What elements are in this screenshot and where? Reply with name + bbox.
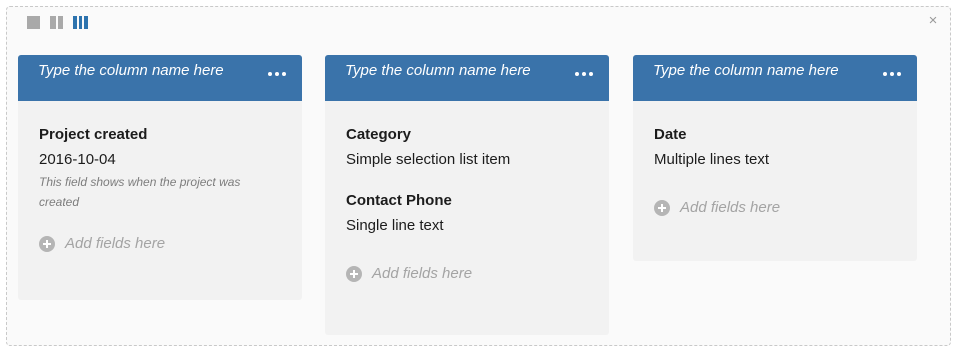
field-item[interactable]: Contact Phone Single line text (346, 192, 589, 235)
close-icon[interactable]: × (926, 13, 940, 28)
column-title[interactable]: Type the column name here (38, 63, 228, 78)
field-name: Category (346, 126, 412, 143)
add-fields-button[interactable]: Add fields here (39, 235, 282, 252)
column-2: Type the column name here Category Simpl… (325, 55, 609, 335)
layout-editor: × Type the column name here Project crea… (6, 6, 951, 346)
column-body: Category Simple selection list item Cont… (325, 101, 609, 282)
column-title[interactable]: Type the column name here (345, 63, 535, 78)
field-item[interactable]: Category Simple selection list item (346, 126, 589, 169)
more-dots-icon[interactable] (575, 72, 593, 76)
column-header[interactable]: Type the column name here (633, 55, 917, 101)
field-value: Single line text (346, 217, 444, 234)
field-value: Multiple lines text (654, 151, 770, 168)
plus-circle-icon (39, 235, 55, 252)
column-header[interactable]: Type the column name here (325, 55, 609, 101)
column-body: Date Multiple lines text Add fields here (633, 101, 917, 216)
add-fields-button[interactable]: Add fields here (346, 265, 589, 282)
field-name: Date (654, 126, 687, 143)
field-item[interactable]: Project created 2016-10-04 This field sh… (39, 126, 282, 212)
add-fields-label: Add fields here (372, 265, 473, 282)
column-header[interactable]: Type the column name here (18, 55, 302, 101)
plus-circle-icon (346, 265, 362, 282)
three-column-layout-icon[interactable] (73, 16, 88, 29)
layout-toolbar (27, 16, 88, 29)
column-body: Project created 2016-10-04 This field sh… (18, 101, 302, 252)
add-fields-label: Add fields here (65, 235, 166, 252)
two-column-layout-icon[interactable] (50, 16, 63, 29)
field-name: Project created (39, 126, 148, 143)
single-column-layout-icon[interactable] (27, 16, 40, 29)
field-value: 2016-10-04 (39, 151, 116, 168)
more-dots-icon[interactable] (268, 72, 286, 76)
column-1: Type the column name here Project create… (18, 55, 302, 300)
add-fields-button[interactable]: Add fields here (654, 199, 897, 216)
field-name: Contact Phone (346, 192, 452, 209)
plus-circle-icon (654, 199, 670, 216)
more-dots-icon[interactable] (883, 72, 901, 76)
field-help-text: This field shows when the project was cr… (39, 175, 241, 209)
column-title[interactable]: Type the column name here (653, 63, 843, 78)
column-3: Type the column name here Date Multiple … (633, 55, 917, 261)
field-value: Simple selection list item (346, 151, 511, 168)
add-fields-label: Add fields here (680, 199, 781, 216)
field-item[interactable]: Date Multiple lines text (654, 126, 897, 169)
